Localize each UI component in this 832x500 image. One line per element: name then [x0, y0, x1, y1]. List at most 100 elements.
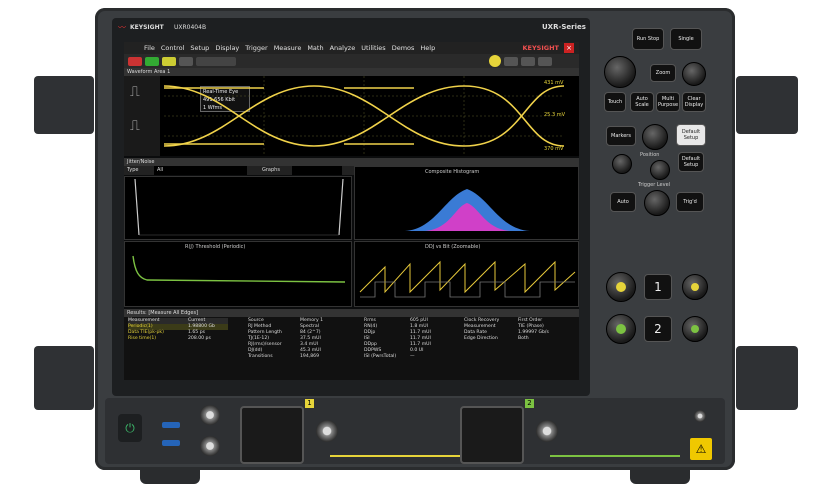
menu-demos[interactable]: Demos — [392, 44, 415, 52]
ch1-offset-knob[interactable] — [682, 274, 708, 300]
touch-key[interactable]: Touch — [604, 92, 626, 112]
waveform-area: ⎍ ⎍ Real-Time Eye 491.656 Kbit 1 Wfms 43… — [124, 76, 579, 156]
pulse-icon-2[interactable]: ⎍ — [130, 118, 140, 134]
trigger-level-knob[interactable] — [644, 190, 670, 216]
right-handle-top — [736, 76, 798, 134]
rj-threshold-panel: R(J) Threshold (Periodic) — [124, 241, 352, 307]
markers-key[interactable]: Markers — [606, 126, 636, 146]
results-col2: Source Memory 1 RJ Method Spectral Pattern… — [248, 318, 324, 359]
position-knob-right[interactable] — [650, 160, 670, 180]
position-knob-left[interactable] — [612, 154, 632, 174]
run-stop-key[interactable]: Run Stop — [632, 28, 664, 50]
channel-1-key[interactable]: 1 — [644, 274, 672, 300]
single-button[interactable] — [162, 56, 176, 66]
auto-key[interactable]: Auto — [610, 192, 636, 212]
cal-output-connector[interactable] — [694, 410, 706, 422]
foot-left — [140, 470, 200, 484]
scale-mid: 25.3 mV — [544, 112, 566, 118]
graphs-select[interactable] — [292, 166, 342, 175]
markers-knob[interactable] — [642, 124, 668, 150]
brand-label: KEYSIGHT — [130, 24, 164, 31]
pulse-icon[interactable]: ⎍ — [130, 84, 140, 100]
stop-button[interactable] — [145, 56, 159, 66]
toolbar-button-7[interactable] — [504, 56, 518, 66]
keysight-logo-icon: 〰 — [118, 23, 126, 32]
right-handle-bottom — [736, 346, 798, 410]
aux-bnc-2[interactable] — [200, 436, 220, 456]
left-handle-bottom — [34, 346, 94, 410]
multi-purpose-key[interactable]: Multi Purpose — [656, 92, 680, 112]
clear-display-key[interactable]: Clear Display — [682, 92, 706, 112]
ch2-scale-knob[interactable] — [606, 314, 636, 344]
menu-file[interactable]: File — [144, 44, 155, 52]
type-select[interactable]: All — [154, 166, 247, 175]
table-row[interactable]: Rise time(1) 208.00 ps — [128, 336, 228, 342]
foot-right — [630, 470, 690, 484]
results-col4: Clock Recovery First Order Measurement TIE… — [464, 318, 549, 341]
ch1-indicator-line — [330, 455, 460, 457]
ddj-trace — [359, 260, 576, 298]
input-2-label: 2 — [525, 399, 534, 408]
position-label: Position — [640, 152, 660, 158]
trigger-status-icon[interactable] — [489, 55, 501, 67]
menu-utilities[interactable]: Utilities — [361, 44, 385, 52]
aux-bnc-1[interactable] — [200, 405, 220, 425]
menu-help[interactable]: Help — [420, 44, 435, 52]
menu-math[interactable]: Math — [307, 44, 323, 52]
eye-diagram — [164, 76, 564, 156]
channel-2-key[interactable]: 2 — [644, 316, 672, 342]
ch1-scale-knob[interactable] — [606, 272, 636, 302]
zoom-key[interactable]: Zoom — [650, 64, 676, 82]
menu-analyze[interactable]: Analyze — [330, 44, 356, 52]
usb-port-1[interactable] — [162, 422, 180, 428]
display-screen[interactable]: File Control Setup Display Trigger Measu… — [124, 42, 579, 380]
menu-bar: File Control Setup Display Trigger Measu… — [124, 42, 579, 54]
auto-scale-key[interactable]: Auto Scale — [630, 92, 654, 112]
rj-threshold-trace — [132, 255, 346, 283]
trigger-level-label: Trigger Level — [638, 182, 671, 188]
type-label: Type — [127, 167, 139, 173]
toolbar — [124, 54, 579, 68]
scale-bottom: 370 mV — [544, 146, 564, 152]
menu-measure[interactable]: Measure — [274, 44, 302, 52]
ch2-offset-knob[interactable] — [682, 316, 708, 342]
input-1-label: 1 — [305, 399, 314, 408]
usb-port-2[interactable] — [162, 440, 180, 446]
default-key-2[interactable]: Default Setup — [678, 152, 704, 172]
menu-control[interactable]: Control — [161, 44, 185, 52]
scale-top: 431 mV — [544, 80, 564, 86]
tj-waveform — [134, 178, 344, 236]
warning-label-icon: ⚠ — [690, 438, 712, 460]
trigd-key[interactable]: Trig'd — [676, 192, 704, 212]
results-main-table: Measurement Current Periodic(1) 1.98800 … — [128, 318, 228, 342]
series-label: UXR-Series — [542, 23, 586, 31]
toolbar-button-5[interactable] — [196, 56, 236, 66]
power-icon: ⏻ — [125, 420, 135, 435]
waveform-left-tools: ⎍ ⎍ — [124, 76, 160, 156]
toolbar-button-9[interactable] — [538, 56, 552, 66]
input-2-bnc[interactable] — [536, 420, 558, 442]
horizontal-position-knob[interactable] — [682, 62, 706, 86]
input-1-connector[interactable] — [240, 406, 304, 464]
power-button[interactable]: ⏻ — [118, 414, 142, 442]
menu-setup[interactable]: Setup — [190, 44, 209, 52]
default-setup-key[interactable]: Default Setup — [676, 124, 706, 146]
run-button[interactable] — [128, 56, 142, 66]
input-1-bnc[interactable] — [316, 420, 338, 442]
graphs-label: Graphs — [262, 167, 280, 173]
jitter-panel-top-left — [124, 176, 352, 240]
toolbar-button-8[interactable] — [521, 56, 535, 66]
single-key[interactable]: Single — [670, 28, 702, 50]
menu-display[interactable]: Display — [215, 44, 239, 52]
horizontal-knob[interactable] — [604, 56, 636, 88]
toolbar-button-4[interactable] — [179, 56, 193, 66]
menu-trigger[interactable]: Trigger — [245, 44, 267, 52]
ddj-vs-bit-panel: DDJ vs Bit (Zoomable) — [354, 241, 579, 307]
input-2-connector[interactable] — [460, 406, 524, 464]
window-close-icon[interactable]: × — [564, 43, 574, 53]
results-col3: Rrms 605 pUI RN(4) 1.8 mUI DDjp 11.7 mUI IS… — [364, 318, 431, 359]
model-label: UXR0404B — [174, 24, 207, 31]
results-title: Results: [Measure All Edges] — [124, 309, 579, 317]
composite-histogram-panel: Composite Histogram — [354, 166, 579, 240]
screen-brand: KEYSIGHT — [522, 44, 560, 52]
